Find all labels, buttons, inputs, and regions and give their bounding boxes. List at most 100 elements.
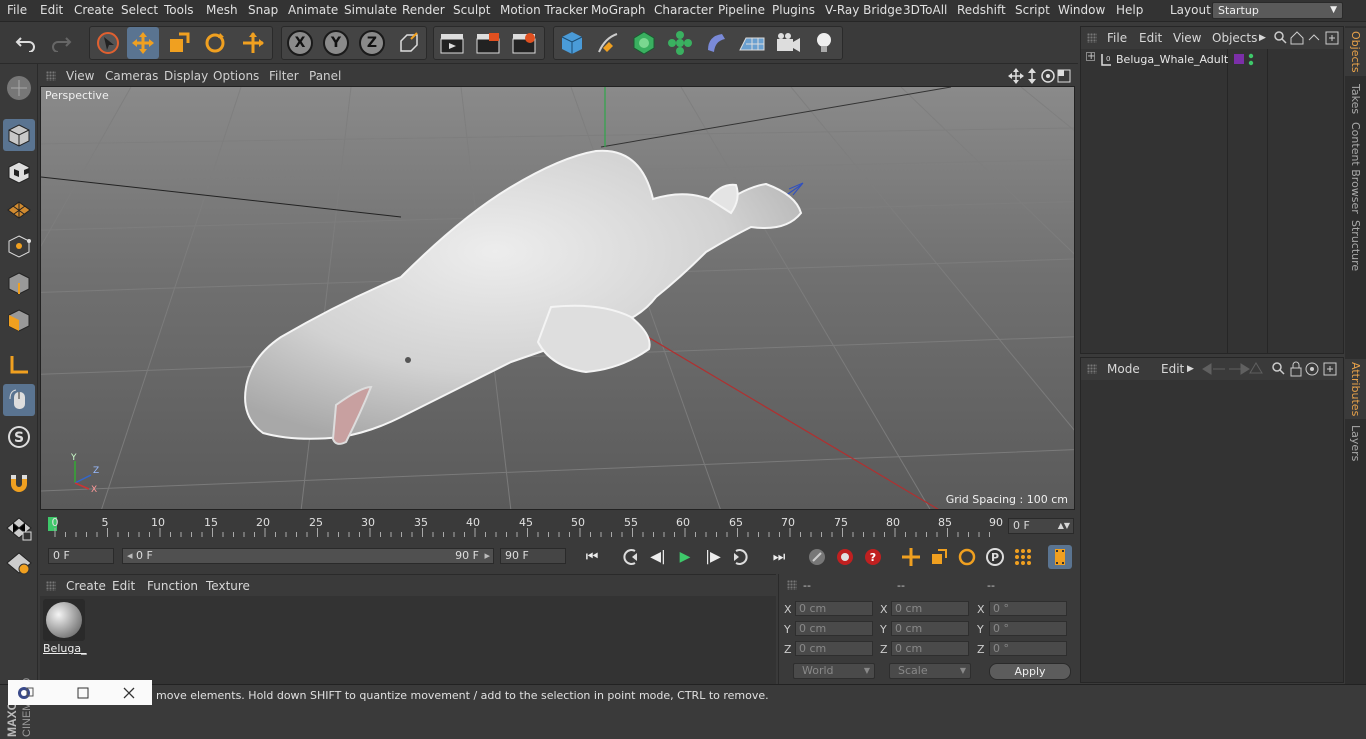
cube-button[interactable] — [556, 27, 588, 59]
light-button[interactable] — [808, 27, 840, 59]
size-y-field[interactable]: 0 cm — [891, 621, 969, 636]
size-mode-select[interactable]: Scale ▼ — [889, 663, 971, 679]
object-row-beluga[interactable]: + 0 Beluga_Whale_Adult — [1081, 51, 1343, 69]
workplane-settings-button[interactable] — [3, 547, 35, 579]
menu-simulate[interactable]: Simulate — [344, 3, 397, 17]
drag-grip-icon[interactable] — [787, 580, 797, 590]
rotation-p-field[interactable]: 0 ° — [989, 621, 1067, 636]
next-frame-button[interactable]: |▶ — [701, 545, 725, 569]
size-z-field[interactable]: 0 cm — [891, 641, 969, 656]
range-right-arrow-icon[interactable]: ▸ — [484, 549, 490, 563]
menu-character[interactable]: Character — [654, 3, 713, 17]
timeline[interactable]: 0 5 10 15 20 25 30 35 40 45 50 55 60 65 … — [40, 511, 1076, 541]
perspective-viewport[interactable]: Perspective Y Z X Grid Spacing : 100 cm — [40, 86, 1075, 510]
tab-attributes[interactable]: Attributes — [1345, 359, 1366, 419]
menu-motion-tracker[interactable]: Motion Tracker — [500, 3, 588, 17]
apply-button[interactable]: Apply — [989, 663, 1071, 680]
menu-edit[interactable]: Edit — [40, 3, 63, 17]
make-editable-button[interactable] — [3, 72, 35, 104]
lock-workplane-button[interactable] — [3, 512, 35, 544]
cinema4d-app-icon[interactable] — [16, 685, 34, 701]
z-axis-lock-button[interactable]: Z — [356, 27, 388, 59]
rotate-tool-button[interactable] — [199, 27, 231, 59]
x-axis-lock-button[interactable]: X — [284, 27, 316, 59]
menu-mesh[interactable]: Mesh — [206, 3, 238, 17]
key-parameter-button[interactable]: P — [983, 545, 1007, 569]
menu-file[interactable]: File — [7, 3, 27, 17]
range-left-arrow-icon[interactable]: ◂ — [127, 549, 133, 562]
camera-button[interactable] — [772, 27, 804, 59]
size-x-field[interactable]: 0 cm — [891, 601, 969, 616]
position-x-field[interactable]: 0 cm — [795, 601, 873, 616]
edges-mode-button[interactable] — [3, 267, 35, 299]
frame-range-slider[interactable]: ◂ 0 F 90 F ▸ — [122, 548, 494, 564]
snap-button[interactable]: S — [3, 421, 35, 453]
tab-structure[interactable]: Structure — [1345, 218, 1366, 274]
rotation-h-field[interactable]: 0 ° — [989, 601, 1067, 616]
go-to-start-button[interactable]: ⏮ — [580, 545, 604, 569]
material-menu-texture[interactable]: Texture — [206, 579, 250, 593]
record-keys-button[interactable] — [805, 545, 829, 569]
keyframe-selection-button[interactable]: ? — [861, 545, 885, 569]
position-z-field[interactable]: 0 cm — [795, 641, 873, 656]
menu-snap[interactable]: Snap — [248, 3, 278, 17]
current-frame-field[interactable]: 0 F ▲▼ — [1008, 518, 1074, 534]
material-thumbnail[interactable] — [43, 599, 85, 641]
drag-grip-icon[interactable] — [46, 581, 56, 591]
drag-grip-icon[interactable] — [1087, 33, 1097, 43]
go-to-end-button[interactable]: ⏭ — [767, 545, 791, 569]
menu-window[interactable]: Window — [1058, 3, 1105, 17]
coordinate-space-select[interactable]: World ▼ — [793, 663, 875, 679]
previous-key-button[interactable] — [618, 545, 642, 569]
attributes-menu-edit[interactable]: Edit — [1161, 362, 1184, 376]
attributes-menu-mode[interactable]: Mode — [1107, 362, 1140, 376]
autokey-button[interactable] — [833, 545, 857, 569]
drag-grip-icon[interactable] — [1087, 364, 1097, 374]
menu-pipeline[interactable]: Pipeline — [718, 3, 765, 17]
menu-select[interactable]: Select — [121, 3, 158, 17]
tab-objects[interactable]: Objects — [1345, 28, 1366, 76]
key-rotation-button[interactable] — [955, 545, 979, 569]
transform-tool-button[interactable] — [237, 27, 269, 59]
magnet-button[interactable] — [3, 467, 35, 499]
spinner-icon[interactable]: ▲▼ — [1058, 519, 1070, 533]
menu-mograph[interactable]: MoGraph — [591, 3, 646, 17]
viewport-navigation-icons[interactable] — [1008, 68, 1072, 84]
menu-script[interactable]: Script — [1015, 3, 1050, 17]
attribute-manager-tools[interactable] — [1201, 361, 1341, 377]
viewport-menu-cameras[interactable]: Cameras — [105, 69, 158, 83]
material-menu-create[interactable]: Create — [66, 579, 106, 593]
render-to-picture-viewer-button[interactable] — [472, 27, 504, 59]
viewport-menu-filter[interactable]: Filter — [269, 69, 299, 83]
more-arrow-icon[interactable]: ▶ — [1187, 364, 1194, 374]
menu-3dtoall[interactable]: 3DToAll — [903, 3, 947, 17]
points-mode-button[interactable] — [3, 230, 35, 262]
key-position-button[interactable] — [899, 545, 923, 569]
render-settings-button[interactable] — [508, 27, 540, 59]
tab-content-browser[interactable]: Content Browser — [1345, 122, 1366, 214]
objects-menu-file[interactable]: File — [1107, 31, 1127, 45]
objects-menu-objects[interactable]: Objects — [1212, 31, 1257, 45]
objects-menu-edit[interactable]: Edit — [1139, 31, 1162, 45]
menu-plugins[interactable]: Plugins — [772, 3, 815, 17]
polygons-mode-button[interactable] — [3, 304, 35, 336]
coordinate-system-button[interactable] — [393, 27, 425, 59]
maximize-icon[interactable] — [76, 686, 90, 700]
tab-takes[interactable]: Takes — [1345, 80, 1366, 118]
layer-color-swatch[interactable] — [1234, 54, 1244, 64]
object-manager-tools[interactable] — [1273, 30, 1341, 46]
y-axis-lock-button[interactable]: Y — [320, 27, 352, 59]
menu-redshift[interactable]: Redshift — [957, 3, 1006, 17]
play-button[interactable]: ▶ — [673, 545, 697, 569]
viewport-menu-panel[interactable]: Panel — [309, 69, 341, 83]
key-pla-button[interactable] — [1011, 545, 1035, 569]
menu-sculpt[interactable]: Sculpt — [453, 3, 490, 17]
timeline-window-button[interactable] — [1048, 545, 1072, 569]
scale-tool-button[interactable] — [163, 27, 195, 59]
position-y-field[interactable]: 0 cm — [795, 621, 873, 636]
objects-menu-view[interactable]: View — [1173, 31, 1201, 45]
key-scale-button[interactable] — [927, 545, 951, 569]
previous-frame-button[interactable]: ◀| — [646, 545, 670, 569]
start-frame-field[interactable]: 0 F — [48, 548, 114, 564]
live-selection-button[interactable] — [92, 27, 124, 59]
